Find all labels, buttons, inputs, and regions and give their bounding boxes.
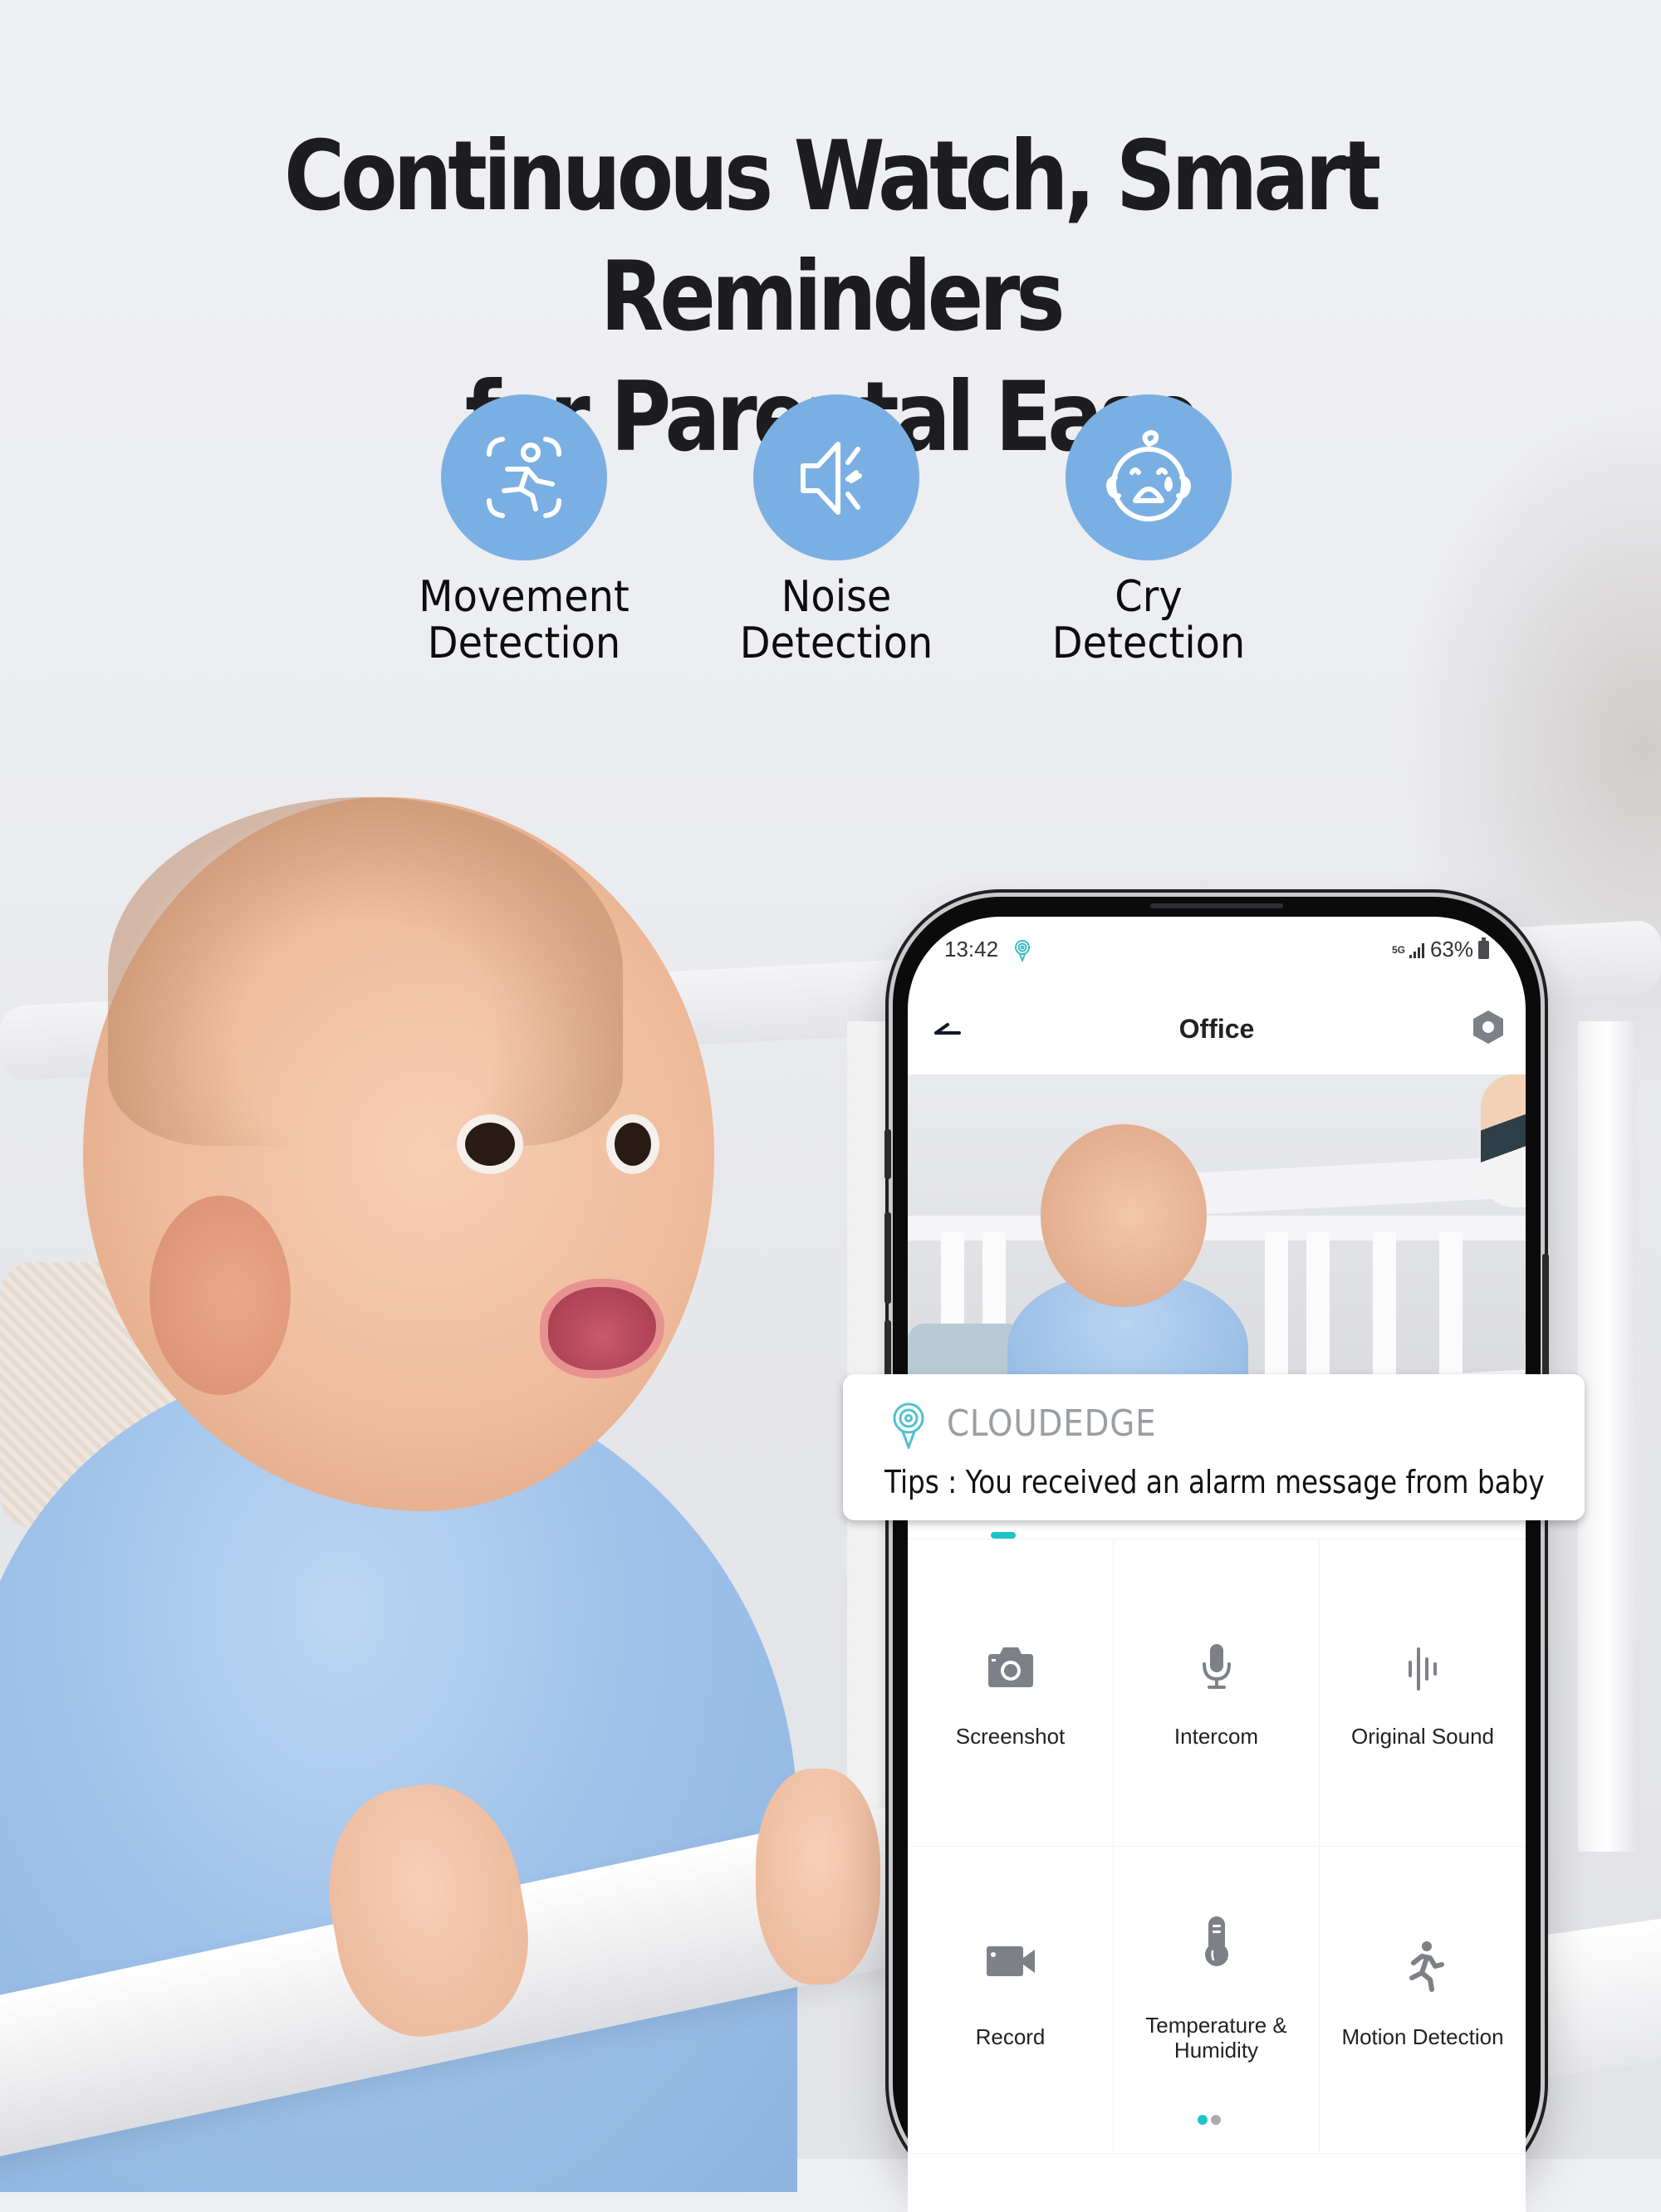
cloudedge-logo-icon <box>893 1402 924 1449</box>
phone-side-button <box>884 1129 891 1179</box>
crying-baby-face-icon <box>1106 430 1191 521</box>
control-screenshot[interactable]: Screenshot <box>908 1539 1114 1847</box>
control-label: Original Sound <box>1351 1724 1494 1749</box>
feature-cry-detection: Cry Detection <box>1007 394 1290 667</box>
headline-line-1: Continuous Watch, Smart Reminders <box>284 120 1381 353</box>
control-label: Record <box>975 2024 1046 2049</box>
feed-baby-head <box>1041 1124 1207 1307</box>
live-camera-feed[interactable] <box>908 1074 1526 1415</box>
status-bar: 13:42 5G 63% <box>908 917 1526 983</box>
running-person-icon <box>1409 1941 1444 1992</box>
page-dot[interactable] <box>1211 2115 1221 2125</box>
pagination-dots <box>1198 2115 1221 2125</box>
speaker-sound-icon <box>801 442 862 515</box>
video-camera-icon <box>986 1946 1035 1976</box>
crib-slat <box>1578 1021 1636 1852</box>
control-label: Temperature & Humidity <box>1145 2013 1287 2063</box>
battery-percent: 63% <box>1429 937 1473 962</box>
thermometer-icon <box>1204 1916 1228 1966</box>
feature-label: Movement Detection <box>419 572 630 668</box>
feature-list: Movement Detection Noise Detection Cry D… <box>0 394 1661 677</box>
hex-settings-icon[interactable] <box>1467 1006 1509 1048</box>
feature-label: Cry Detection <box>1051 572 1246 668</box>
tab-indicator <box>991 1532 1016 1539</box>
feature-label: Noise Detection <box>739 572 933 668</box>
cloudedge-status-icon <box>1015 940 1030 962</box>
feature-circle <box>441 394 607 560</box>
baby-eye <box>615 1123 651 1166</box>
feed-wall-clock <box>1481 1074 1526 1207</box>
status-time: 13:42 <box>944 937 999 962</box>
control-temperature-humidity[interactable]: Temperature & Humidity <box>1114 1847 1320 2154</box>
phone-side-button <box>884 1212 891 1304</box>
feature-noise-detection: Noise Detection <box>695 394 977 667</box>
alarm-notification[interactable]: CLOUDEDGE Tips : You received an alarm m… <box>843 1374 1585 1520</box>
running-person-in-frame-icon <box>487 437 561 518</box>
sound-wave-icon <box>1409 1647 1437 1691</box>
control-label: Motion Detection <box>1341 2024 1504 2049</box>
camera-icon <box>987 1647 1033 1687</box>
control-label: Screenshot <box>955 1724 1066 1749</box>
signal-icon <box>1409 942 1424 958</box>
back-arrow-icon[interactable] <box>928 1008 969 1050</box>
phone-speaker <box>1150 903 1283 908</box>
baby-hand <box>756 1769 880 1984</box>
page-title: Office <box>1178 1013 1255 1044</box>
feature-movement-detection: Movement Detection <box>383 394 665 667</box>
network-type: 5G <box>1391 943 1405 956</box>
control-grid: Screenshot Intercom Original Sound Recor… <box>908 1539 1526 2154</box>
baby-ear <box>149 1196 291 1395</box>
control-motion-detection[interactable]: Motion Detection <box>1320 1847 1526 2154</box>
control-intercom[interactable]: Intercom <box>1114 1539 1320 1847</box>
control-label: Intercom <box>1173 1724 1259 1749</box>
phone-side-button <box>1542 1254 1549 1378</box>
app-header: Office <box>908 983 1526 1074</box>
page-dot-active[interactable] <box>1198 2115 1208 2125</box>
battery-icon <box>1478 937 1489 959</box>
control-record[interactable]: Record <box>908 1847 1114 2154</box>
status-right: 5G 63% <box>1392 937 1489 962</box>
feature-circle <box>753 394 919 560</box>
notification-message: Tips : You received an alarm message fro… <box>884 1464 1545 1500</box>
microphone-icon <box>1202 1644 1231 1689</box>
baby-hair <box>108 797 623 1146</box>
notification-brand: CLOUDEDGE <box>947 1402 1157 1445</box>
baby-eye <box>465 1123 515 1166</box>
control-original-sound[interactable]: Original Sound <box>1320 1539 1526 1847</box>
feature-circle <box>1066 394 1232 560</box>
